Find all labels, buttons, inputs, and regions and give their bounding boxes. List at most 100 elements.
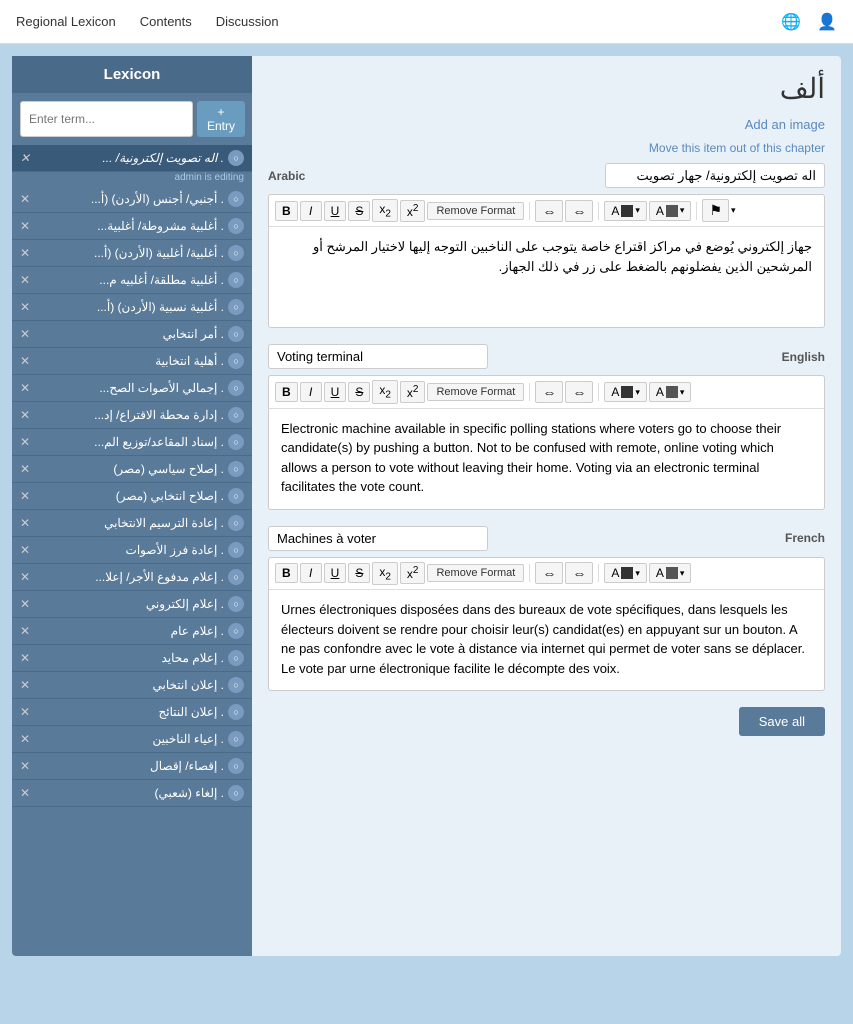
save-all-button[interactable]: Save all xyxy=(739,707,825,736)
subscript-button[interactable]: x2 xyxy=(372,199,398,222)
remove-icon[interactable]: ✕ xyxy=(20,219,30,233)
list-item[interactable]: ✕ . إجمالي الأصوات الصح... ○ xyxy=(12,375,252,402)
superscript-button[interactable]: x2 xyxy=(400,200,426,222)
circle-button[interactable]: ○ xyxy=(228,731,244,747)
circle-button[interactable]: ○ xyxy=(228,434,244,450)
remove-icon[interactable]: ✕ xyxy=(20,543,30,557)
strikethrough-button[interactable]: S xyxy=(348,201,370,221)
list-item[interactable]: ✕ . إعادة الترسيم الانتخابي ○ xyxy=(12,510,252,537)
flag-dropdown[interactable]: ▾ xyxy=(731,205,736,216)
list-item[interactable]: ✕ . أغلبية مطلقة/ أغلبيه م... ○ xyxy=(12,267,252,294)
remove-icon[interactable]: ✕ xyxy=(20,651,30,665)
circle-button[interactable]: ○ xyxy=(228,218,244,234)
circle-button[interactable]: ○ xyxy=(228,150,244,166)
align-left-button-en[interactable]: ⇔ xyxy=(535,381,563,403)
circle-button[interactable]: ○ xyxy=(228,380,244,396)
list-item[interactable]: ✕ . إعلام مدفوع الأجر/ إعلا... ○ xyxy=(12,564,252,591)
superscript-button-en[interactable]: x2 xyxy=(400,381,426,403)
add-image-link[interactable]: Add an image xyxy=(745,117,825,132)
remove-icon[interactable]: ✕ xyxy=(20,732,30,746)
list-item[interactable]: ✕ . إدارة محطة الاقتراع/ إد... ○ xyxy=(12,402,252,429)
nav-link-contents[interactable]: Contents xyxy=(140,14,192,29)
list-item[interactable]: ✕ . إعلان النتائج ○ xyxy=(12,699,252,726)
list-item[interactable]: ✕ . إعلام محايد ○ xyxy=(12,645,252,672)
remove-icon[interactable]: ✕ xyxy=(20,759,30,773)
list-item[interactable]: ✕ . أغلبية مشروطة/ أغلبية... ○ xyxy=(12,213,252,240)
circle-button[interactable]: ○ xyxy=(228,623,244,639)
remove-icon[interactable]: ✕ xyxy=(20,273,30,287)
list-item[interactable]: ✕ . أجنبي/ أجنس (الأردن) (أ... ○ xyxy=(12,186,252,213)
circle-button[interactable]: ○ xyxy=(228,677,244,693)
align-right-button-fr[interactable]: ⇔ xyxy=(565,562,593,584)
font-color-button-en[interactable]: A ▾ xyxy=(604,382,647,402)
circle-button[interactable]: ○ xyxy=(228,488,244,504)
sidebar-item-active[interactable]: ✕ . اله تصويت إلكترونية/ ... ○ xyxy=(12,145,252,172)
remove-icon[interactable]: ✕ xyxy=(20,678,30,692)
bold-button-fr[interactable]: B xyxy=(275,563,298,583)
font-color-button[interactable]: A ▾ xyxy=(604,201,647,221)
remove-icon[interactable]: ✕ xyxy=(20,597,30,611)
english-editor-content[interactable]: Electronic machine available in specific… xyxy=(269,409,824,509)
circle-button[interactable]: ○ xyxy=(228,326,244,342)
align-right-button-en[interactable]: ⇔ xyxy=(565,381,593,403)
circle-button[interactable]: ○ xyxy=(228,758,244,774)
list-item[interactable]: ✕ . إعياء الناخبين ○ xyxy=(12,726,252,753)
circle-button[interactable]: ○ xyxy=(228,542,244,558)
remove-icon[interactable]: ✕ xyxy=(20,462,30,476)
globe-icon[interactable]: 🌐 xyxy=(781,12,801,32)
superscript-button-fr[interactable]: x2 xyxy=(400,562,426,584)
circle-button[interactable]: ○ xyxy=(228,245,244,261)
italic-button[interactable]: I xyxy=(300,201,322,221)
strikethrough-button-en[interactable]: S xyxy=(348,382,370,402)
remove-format-button-fr[interactable]: Remove Format xyxy=(427,564,524,582)
remove-icon[interactable]: ✕ xyxy=(20,381,30,395)
italic-button-fr[interactable]: I xyxy=(300,563,322,583)
align-right-button[interactable]: ⇔ xyxy=(565,200,593,222)
circle-button[interactable]: ○ xyxy=(228,785,244,801)
subscript-button-fr[interactable]: x2 xyxy=(372,562,398,585)
remove-icon[interactable]: ✕ xyxy=(20,570,30,584)
nav-link-discussion[interactable]: Discussion xyxy=(216,14,279,29)
search-input[interactable] xyxy=(20,101,193,137)
move-item-link[interactable]: Move this item out of this chapter xyxy=(649,141,825,155)
list-item[interactable]: ✕ . أغلبية نسبية (الأردن) (أ... ○ xyxy=(12,294,252,321)
list-item[interactable]: ✕ . إسناد المقاعد/توزيع الم... ○ xyxy=(12,429,252,456)
subscript-button-en[interactable]: x2 xyxy=(372,380,398,403)
nav-link-regional-lexicon[interactable]: Regional Lexicon xyxy=(16,14,116,29)
remove-format-button-en[interactable]: Remove Format xyxy=(427,383,524,401)
remove-icon[interactable]: ✕ xyxy=(20,354,30,368)
bg-color-button-en[interactable]: A ▾ xyxy=(649,382,692,402)
circle-button[interactable]: ○ xyxy=(228,650,244,666)
flag-button[interactable]: ⚑ xyxy=(702,199,729,222)
circle-button[interactable]: ○ xyxy=(228,272,244,288)
arabic-editor-content[interactable]: جهاز إلكتروني يُوضع في مراكز اقتراع خاصة… xyxy=(269,227,824,327)
remove-icon[interactable]: ✕ xyxy=(20,435,30,449)
remove-icon[interactable]: ✕ xyxy=(20,151,30,165)
list-item[interactable]: ✕ . إلغاء (شعبي) ○ xyxy=(12,780,252,807)
list-item[interactable]: ✕ . إصلاح انتخابي (مصر) ○ xyxy=(12,483,252,510)
list-item[interactable]: ✕ . إعلان انتخابي ○ xyxy=(12,672,252,699)
remove-icon[interactable]: ✕ xyxy=(20,327,30,341)
remove-icon[interactable]: ✕ xyxy=(20,624,30,638)
bold-button-en[interactable]: B xyxy=(275,382,298,402)
circle-button[interactable]: ○ xyxy=(228,569,244,585)
strikethrough-button-fr[interactable]: S xyxy=(348,563,370,583)
underline-button-fr[interactable]: U xyxy=(324,563,347,583)
bg-color-button[interactable]: A ▾ xyxy=(649,201,692,221)
user-icon[interactable]: 👤 xyxy=(817,12,837,32)
arabic-term-input[interactable] xyxy=(605,163,825,188)
english-term-input[interactable] xyxy=(268,344,488,369)
circle-button[interactable]: ○ xyxy=(228,596,244,612)
remove-icon[interactable]: ✕ xyxy=(20,489,30,503)
list-item[interactable]: ✕ . إصلاح سياسي (مصر) ○ xyxy=(12,456,252,483)
list-item[interactable]: ✕ . إقصاء/ إقصال ○ xyxy=(12,753,252,780)
circle-button[interactable]: ○ xyxy=(228,299,244,315)
french-term-input[interactable] xyxy=(268,526,488,551)
underline-button[interactable]: U xyxy=(324,201,347,221)
circle-button[interactable]: ○ xyxy=(228,461,244,477)
list-item[interactable]: ✕ . أمر انتخابي ○ xyxy=(12,321,252,348)
remove-icon[interactable]: ✕ xyxy=(20,408,30,422)
align-left-button[interactable]: ⇔ xyxy=(535,200,563,222)
align-left-button-fr[interactable]: ⇔ xyxy=(535,562,563,584)
remove-icon[interactable]: ✕ xyxy=(20,705,30,719)
